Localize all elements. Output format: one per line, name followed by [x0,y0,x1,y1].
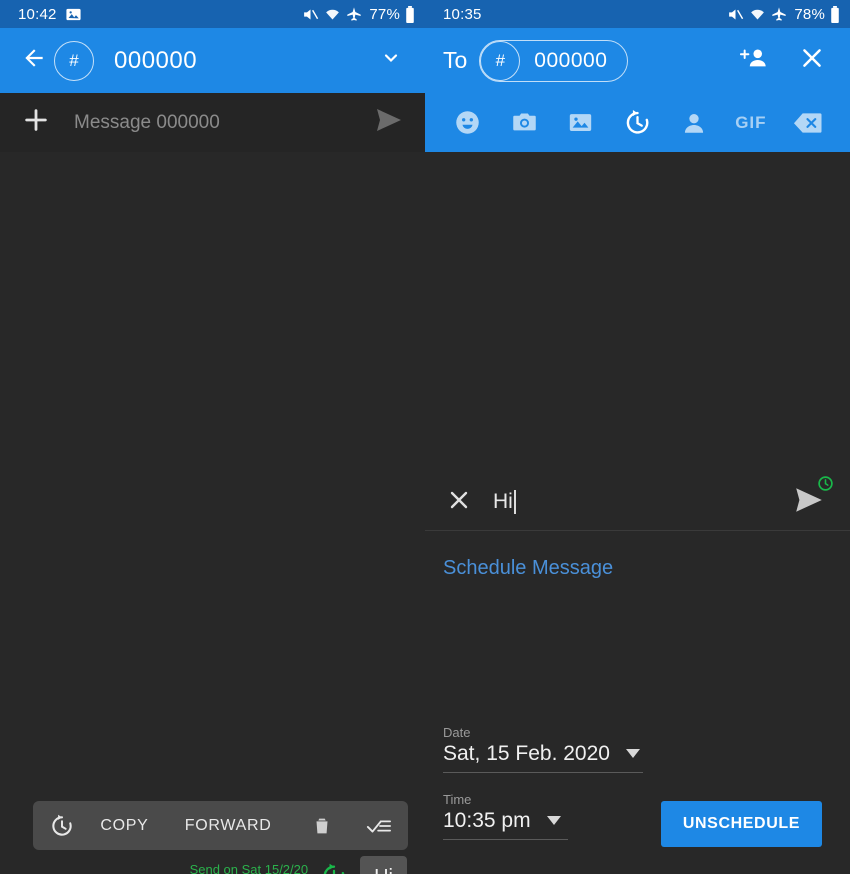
time-field-block: Time 10:35 pm [425,792,568,840]
schedule-note-line1: Send on Sat 15/2/20 [189,862,309,874]
schedule-section-title: Schedule Message [443,557,614,579]
right-panel-schedule: 10:35 78% To # 000000 Hi Schedule Messag… [425,0,850,874]
avatar-initial: # [495,50,506,70]
conversation-title: 000000 [114,46,198,74]
status-bar: 10:35 78% [425,0,850,28]
time-field[interactable]: Time 10:35 pm [443,792,568,840]
date-field[interactable]: Date Sat, 15 Feb. 2020 [443,725,643,773]
message-input[interactable]: Message 000000 [74,112,369,134]
backspace-icon[interactable] [787,102,829,144]
media-toolbar: GIF [425,93,850,152]
mute-icon [302,6,319,23]
dropdown-caret-icon[interactable] [546,816,561,826]
chevron-down-icon [379,46,403,75]
date-label: Date [443,725,471,740]
recipient-app-bar: To # 000000 [425,28,850,93]
add-person-button[interactable] [734,41,774,81]
expand-conversation-button[interactable] [371,41,411,81]
gif-icon[interactable]: GIF [730,102,772,144]
to-label: To [443,47,468,73]
status-time: 10:35 [443,5,482,23]
copy-action[interactable]: COPY [100,817,148,835]
back-button[interactable] [14,41,54,81]
plus-icon [22,106,50,139]
battery-percent: 77% [369,5,400,23]
attach-button[interactable] [16,106,56,139]
airplane-mode-icon [346,6,362,22]
recipient-number: 000000 [534,48,608,72]
recipient-avatar: # [480,40,521,81]
schedule-clock-badge-icon [817,475,834,497]
conversation-avatar[interactable]: # [54,40,94,81]
schedule-clock-icon[interactable] [320,862,348,874]
wifi-icon [324,6,341,23]
emoji-icon[interactable] [446,102,488,144]
gif-label: GIF [735,112,767,132]
dropdown-caret-icon[interactable] [625,749,640,759]
conversation-app-bar: # 000000 [0,28,425,93]
airplane-mode-icon [771,6,787,22]
time-label: Time [443,792,472,807]
message-bubble[interactable]: Hi [360,856,407,874]
time-value: 10:35 pm [443,809,531,832]
send-button[interactable] [369,107,409,138]
message-bubble-text: Hi [360,856,407,874]
schedule-send-button[interactable] [786,475,833,519]
add-person-icon [739,46,768,75]
back-arrow-icon [21,45,47,76]
schedule-clock-icon[interactable] [616,102,658,144]
unschedule-button[interactable]: UNSCHEDULE [660,801,822,847]
close-icon [799,45,825,76]
date-field-block: Date Sat, 15 Feb. 2020 [425,725,643,773]
scheduled-message-row: Send on Sat 15/2/20 at 10:35 pm Hi [190,856,407,874]
compose-bar: Message 000000 [0,93,425,152]
status-time: 10:42 [18,5,57,23]
schedule-message-input[interactable]: Hi [493,490,786,514]
avatar-initial: # [69,50,79,70]
clear-message-button[interactable] [447,488,481,517]
recipient-chip[interactable]: # 000000 [479,39,629,82]
image-icon [65,6,82,23]
schedule-note: Send on Sat 15/2/20 at 10:35 pm [190,862,309,874]
send-arrow-icon [374,107,404,138]
message-action-menu: COPY FORWARD [33,801,408,850]
trash-icon[interactable] [311,815,333,837]
battery-icon [830,5,840,23]
text-caret [513,490,516,514]
contact-icon[interactable] [673,102,715,144]
gallery-icon[interactable] [560,102,602,144]
status-bar: 10:42 77% [0,0,425,28]
close-icon [447,488,471,517]
battery-percent: 78% [794,5,825,23]
history-clock-icon[interactable] [49,813,75,839]
mark-read-check-icon[interactable] [366,816,392,836]
left-panel-conversation: 10:42 77% # 000000 COPY FORWARD Send on … [0,0,425,874]
forward-action[interactable]: FORWARD [185,817,272,835]
battery-icon [405,5,415,23]
schedule-message-value: Hi [493,490,513,513]
camera-icon[interactable] [503,102,545,144]
schedule-input-row: Hi [425,474,850,531]
wifi-icon [749,6,766,23]
close-button[interactable] [792,41,832,81]
dual-screenshot-composite: 10:42 77% # 000000 COPY FORWARD Send on … [0,0,850,874]
mute-icon [727,6,744,23]
date-value: Sat, 15 Feb. 2020 [443,742,610,765]
